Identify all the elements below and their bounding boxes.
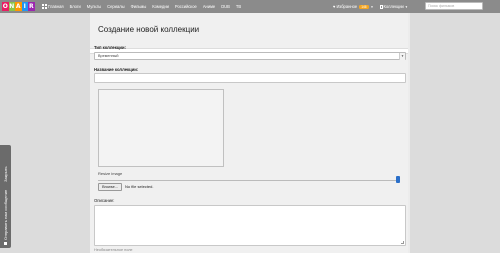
collection-name-label: Название коллекции:	[94, 67, 139, 72]
page-title: Создание новой коллекции	[98, 25, 200, 34]
chevron-down-icon: ▼	[399, 53, 405, 60]
nav-item-comedies[interactable]: Комедии	[152, 3, 169, 10]
chevron-down-icon[interactable]: ▼	[371, 5, 374, 9]
nav-item-movies[interactable]: Фильмы	[131, 3, 147, 10]
scrollbar[interactable]	[408, 13, 410, 253]
nav-item-home[interactable]: Главная	[42, 3, 64, 10]
message-icon	[4, 242, 7, 245]
resize-grip-icon[interactable]	[401, 241, 404, 244]
resize-slider-thumb[interactable]	[396, 176, 400, 183]
nav-item-tv[interactable]: ТВ	[236, 3, 241, 10]
nav-item-dub[interactable]: DUB	[221, 3, 230, 10]
nav-item-anime[interactable]: Аниме	[203, 3, 215, 10]
search-input[interactable]: Поиск фильмов	[425, 2, 483, 10]
resize-slider-track[interactable]	[98, 180, 400, 181]
browse-button[interactable]: Browse...	[98, 183, 122, 191]
logo-letter: R	[28, 2, 35, 11]
favorites-link[interactable]: Избранное	[336, 4, 357, 9]
favorites-count-badge: 146	[359, 4, 369, 9]
feedback-tab[interactable]: Отправить нам сообщение Закрыть	[0, 145, 11, 248]
collection-type-label: Тип коллекции:	[94, 45, 126, 50]
nav-item-cartoons[interactable]: Мульты	[87, 3, 101, 10]
top-navigation-bar: O N A I R Главная Блоги Мульты Сериалы Ф…	[0, 0, 500, 13]
optional-field-note: Необязательное поле	[94, 248, 133, 252]
nav-item-series[interactable]: Сериалы	[107, 3, 124, 10]
chevron-down-icon[interactable]: ▼	[405, 5, 408, 9]
collection-type-value: Временный	[98, 54, 119, 58]
feedback-tab-text: Отправить нам сообщение Закрыть	[2, 145, 9, 245]
main-nav: Главная Блоги Мульты Сериалы Фильмы Коме…	[42, 3, 247, 10]
feedback-close-label[interactable]: Закрыть	[3, 166, 8, 181]
collections-icon	[379, 4, 383, 9]
collections-link[interactable]: Коллекции	[384, 4, 404, 9]
user-nav: ♥ Избранное 146 ▼ Коллекции ▼	[333, 3, 414, 10]
site-logo[interactable]: O N A I R	[2, 2, 35, 11]
heart-icon: ♥	[333, 4, 336, 9]
file-status: No file selected.	[125, 184, 154, 189]
description-textarea[interactable]	[94, 205, 406, 246]
collection-type-select[interactable]: Временный ▼	[94, 52, 406, 60]
nav-item-russian[interactable]: Российское	[175, 3, 197, 10]
tiles-icon	[42, 4, 47, 9]
resize-image-label: Resize image	[98, 171, 123, 176]
nav-item-blogs[interactable]: Блоги	[70, 3, 81, 10]
nav-item-label: Главная	[48, 4, 64, 9]
feedback-label: Отправить нам сообщение	[3, 189, 8, 240]
description-label: Описание:	[94, 198, 115, 203]
collection-name-input[interactable]	[94, 73, 406, 83]
create-collection-panel: Создание новой коллекции Тип коллекции: …	[90, 13, 408, 253]
image-preview[interactable]	[98, 89, 224, 167]
